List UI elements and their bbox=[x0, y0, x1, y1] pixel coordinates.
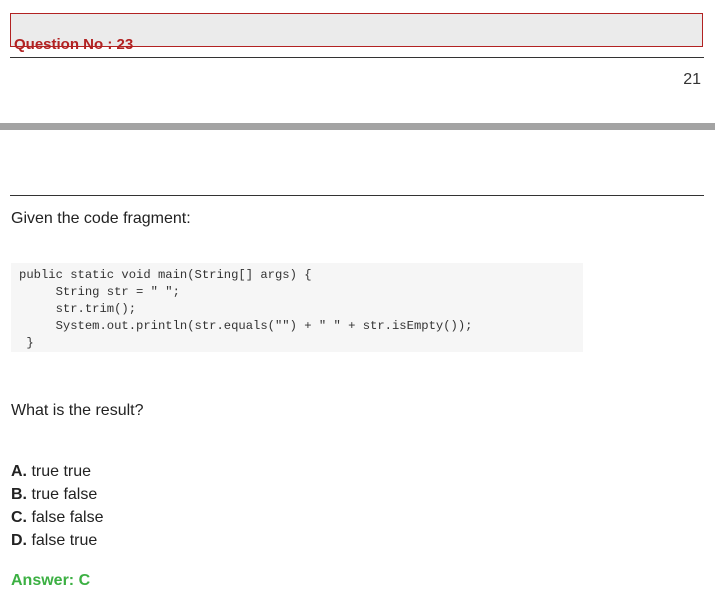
answer-key: Answer: C bbox=[11, 572, 91, 589]
page-number: 21 bbox=[683, 71, 701, 88]
option-text: true false bbox=[27, 486, 98, 503]
code-line: str.trim(); bbox=[19, 302, 137, 316]
page-separator-band bbox=[0, 123, 715, 130]
question-intro: Given the code fragment: bbox=[11, 210, 191, 227]
option-text: false true bbox=[27, 532, 98, 549]
option-letter: C. bbox=[11, 509, 27, 526]
code-line: public static void main(String[] args) { bbox=[19, 268, 312, 282]
code-line: System.out.println(str.equals("") + " " … bbox=[19, 319, 473, 333]
option-d: D. false true bbox=[11, 529, 103, 552]
option-letter: B. bbox=[11, 486, 27, 503]
answer-options: A. true true B. true false C. false fals… bbox=[11, 460, 103, 552]
question-number: Question No : 23 bbox=[14, 36, 134, 53]
option-letter: A. bbox=[11, 463, 27, 480]
code-line: String str = " "; bbox=[19, 285, 180, 299]
option-a: A. true true bbox=[11, 460, 103, 483]
option-text: false false bbox=[27, 509, 104, 526]
header-divider bbox=[10, 57, 704, 58]
content-divider bbox=[10, 195, 704, 196]
question-text: What is the result? bbox=[11, 402, 144, 419]
code-line: } bbox=[19, 336, 34, 350]
option-c: C. false false bbox=[11, 506, 103, 529]
code-fragment: public static void main(String[] args) {… bbox=[19, 267, 472, 352]
option-letter: D. bbox=[11, 532, 27, 549]
option-text: true true bbox=[27, 463, 92, 480]
option-b: B. true false bbox=[11, 483, 103, 506]
